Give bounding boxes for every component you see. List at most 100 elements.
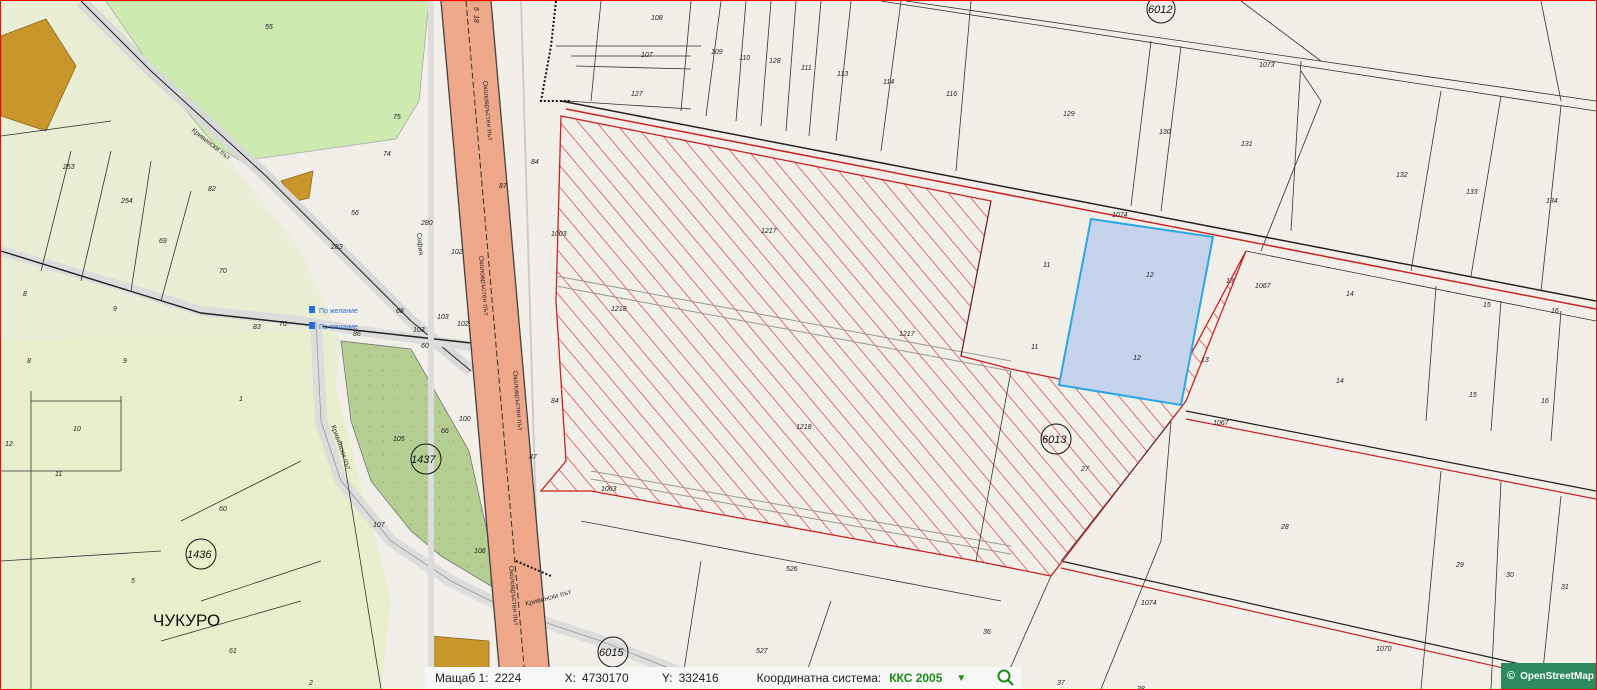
parcel-number: 14 [1346,291,1354,298]
circled-label: 1436 [187,549,212,561]
chevron-down-icon[interactable]: ▼ [956,673,966,684]
parcel-number: 31 [1561,584,1569,591]
parcel-number: 1217 [761,228,778,235]
parcel-number: 66 [441,428,449,435]
parcel-number: 114 [883,79,894,86]
bus-stop-label[interactable]: По желание [319,324,358,331]
parcel-number: 12 [5,441,13,448]
parcel-number: 8 [27,358,31,365]
parcel-number: 2 [308,680,313,687]
parcel-number: 61 [229,648,237,655]
parcel-number: 70 [279,321,287,328]
parcel-number: 1063 [601,486,617,493]
parcel-number: 38 [1137,686,1145,689]
parcel-number: 86 [353,331,361,338]
parcel-number: 527 [756,648,769,655]
parcel-number: 70 [219,268,227,275]
bus-stop-label[interactable]: По желание [319,308,358,315]
parcel-number: 9 [113,306,117,313]
parcel-number: 1074 [1141,600,1157,607]
circled-label: 6012 [1148,4,1172,16]
parcel-number: 1217 [899,331,916,338]
parcel-number: 36 [983,629,991,636]
parcel-number: 106 [474,548,486,555]
parcel-number: 13 [1201,357,1209,364]
parcel-number: 74 [383,151,391,158]
parcel-number: 253 [62,164,75,171]
scale-value[interactable]: 2224 [495,671,555,685]
parcel-number: 60 [421,343,429,350]
parcel-number: 82 [208,186,216,193]
x-label: X: [564,671,576,685]
parcel-number: 1070 [1376,646,1392,653]
parcel-number: 60 [219,506,227,513]
parcel-number: 9 [123,358,127,365]
parcel-number: 1074 [1112,212,1128,219]
parcel-number: 107 [641,52,654,59]
parcel-number: 280 [420,220,433,227]
parcel-number: 27 [1080,466,1090,473]
parcel-number: 11 [55,471,62,478]
parcel-number: 128 [769,58,781,65]
parcel-number: 1067 [1213,420,1230,427]
parcel-number: 10 [73,426,81,433]
y-coordinate: 332416 [678,671,719,685]
parcel-number: 15 [1483,302,1491,309]
map-frame: ᐩ [0,0,1597,690]
area-name: ЧУКУРО [153,611,220,630]
parcel-number: 283 [330,244,343,251]
osm-attribution[interactable]: © OpenStreetMap [1501,663,1596,689]
parcel-number: 8 [23,291,27,298]
cadastral-map[interactable]: ᐩ [1,1,1596,689]
parcel-number: 1073 [1259,62,1275,69]
parcel-number: 107 [373,522,386,529]
residential-area-chukuro [1,331,391,689]
circled-label: 6013 [1042,434,1067,446]
parcel-number: 84 [551,398,559,405]
y-label: Y: [661,671,673,685]
parcel-number: 55 [265,24,273,31]
parcel-number: 30 [1506,572,1514,579]
parcel-number: 100 [459,416,471,423]
parcel-number: 1218 [796,424,812,431]
bus-stop-icon[interactable] [309,322,315,329]
parcel-number: 1 [239,396,243,403]
parcel-number: 12 [1133,355,1141,362]
parcel-number: 127 [631,91,644,98]
bus-stop-icon[interactable] [309,306,315,313]
parcel-number: 526 [786,566,798,573]
search-icon[interactable] [996,668,1016,688]
attribution-text[interactable]: OpenStreetMap [1520,671,1594,682]
parcel-number: 131 [1241,141,1253,148]
parcel-number: 134 [1546,198,1558,205]
parcel-number: 37 [1057,680,1066,687]
parcel-number: 83 [253,324,261,331]
parcel-number: 130 [1159,129,1171,136]
parcel-number: 103 [437,314,449,321]
parcel-number: 1218 [611,306,627,313]
parcel-number: 87 [529,454,538,461]
crs-label: Координатна система: [756,671,882,685]
parcel-number: 56 [351,210,359,217]
circled-label: 6015 [599,647,624,659]
parcel-number: 75 [393,114,401,121]
parcel-number: 6 [472,7,479,11]
parcel-number: 13 [1226,278,1234,285]
parcel-number: 1003 [551,231,567,238]
parcel-number: 102 [457,321,469,328]
parcel-number: 109 [711,49,723,56]
parcel-number: 15 [1469,392,1477,399]
parcel-number: 12 [1146,272,1154,279]
parcel-number: 113 [837,71,848,78]
parcel-number: 132 [1396,172,1408,179]
parcel-number: 108 [651,15,663,22]
circled-label: 1437 [411,454,436,466]
parcel-number: 18 [472,15,479,23]
x-coordinate: 4730170 [581,671,629,685]
parcel-number: 129 [1063,111,1075,118]
parcel-number: 11 [1043,262,1050,269]
crs-value[interactable]: ККС 2005 [889,671,942,685]
parcel-number: 102 [451,249,463,256]
parcel-number: 11 [1031,344,1038,351]
parcel-number: 105 [393,436,405,443]
